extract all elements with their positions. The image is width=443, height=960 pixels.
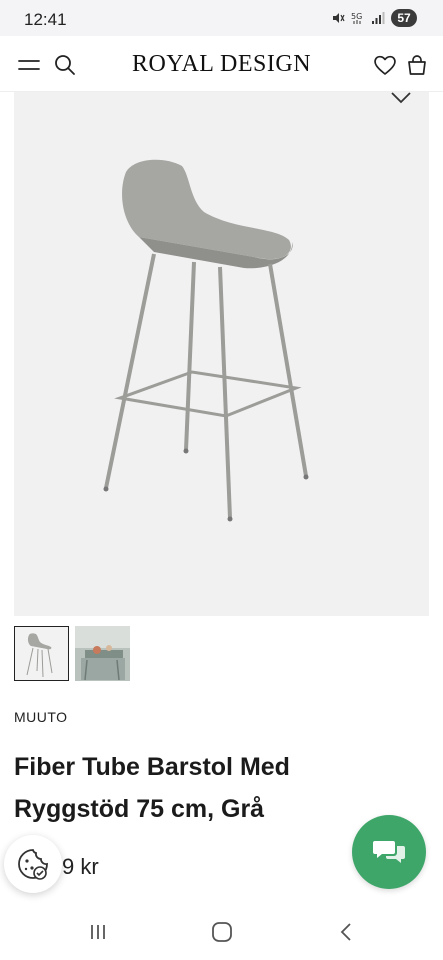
5g-icon: 5G	[351, 12, 362, 24]
product-title: Fiber Tube Barstol Med Ryggstöd 75 cm, G…	[14, 753, 290, 823]
home-icon[interactable]	[211, 922, 233, 942]
product-price: 9 kr	[62, 854, 99, 879]
thumbnail-lifestyle[interactable]	[75, 626, 130, 681]
battery-icon: 57	[391, 9, 417, 27]
chat-button[interactable]	[352, 815, 426, 889]
product-brand[interactable]: MUUTO	[14, 709, 68, 725]
cookie-settings-button[interactable]	[4, 835, 62, 893]
product-page: 12:41 5G 57 ROYAL DESIGN MUUTO Fiber Tub…	[0, 0, 443, 960]
status-bar: 12:41 5G 57	[0, 0, 443, 36]
bag-icon[interactable]	[404, 52, 430, 78]
chat-icon	[373, 841, 405, 863]
signal-icon	[372, 12, 385, 24]
thumbnail-strip	[14, 626, 130, 681]
svg-text:5G: 5G	[351, 12, 362, 21]
thumbnail-lifestyle-image	[75, 626, 130, 681]
product-image[interactable]	[14, 92, 429, 616]
status-time: 12:41	[24, 10, 67, 29]
status-icons: 5G 57	[331, 9, 417, 27]
cookie-icon	[18, 849, 48, 880]
mute-icon	[333, 13, 345, 23]
recent-apps-icon[interactable]	[88, 922, 108, 942]
back-icon[interactable]	[338, 922, 356, 942]
thumbnail-barstool-image	[26, 633, 53, 678]
site-header: ROYAL DESIGN	[0, 36, 443, 92]
system-nav-bar	[0, 908, 443, 960]
thumbnail-barstool[interactable]	[14, 626, 69, 681]
heart-icon[interactable]	[372, 52, 398, 78]
barstool-illustration	[103, 159, 309, 522]
